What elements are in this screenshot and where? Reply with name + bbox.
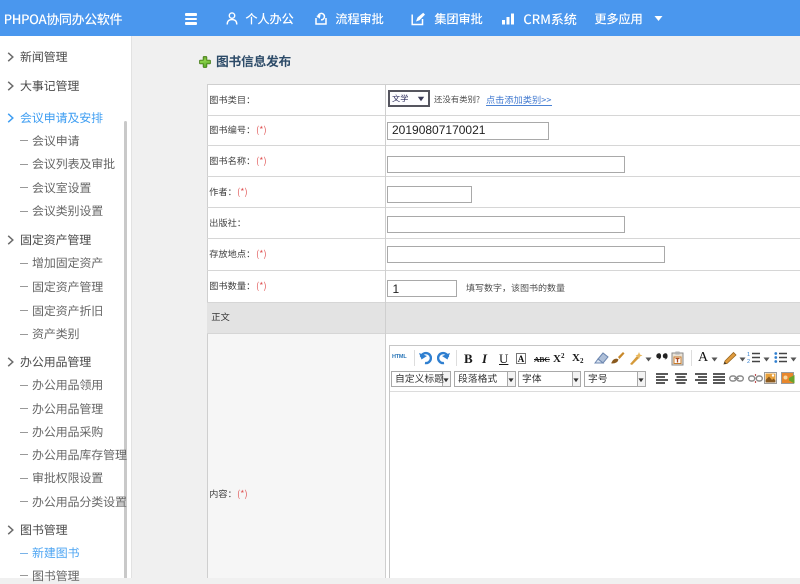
svg-text:1: 1 — [747, 352, 750, 358]
svg-text:2: 2 — [747, 359, 750, 364]
